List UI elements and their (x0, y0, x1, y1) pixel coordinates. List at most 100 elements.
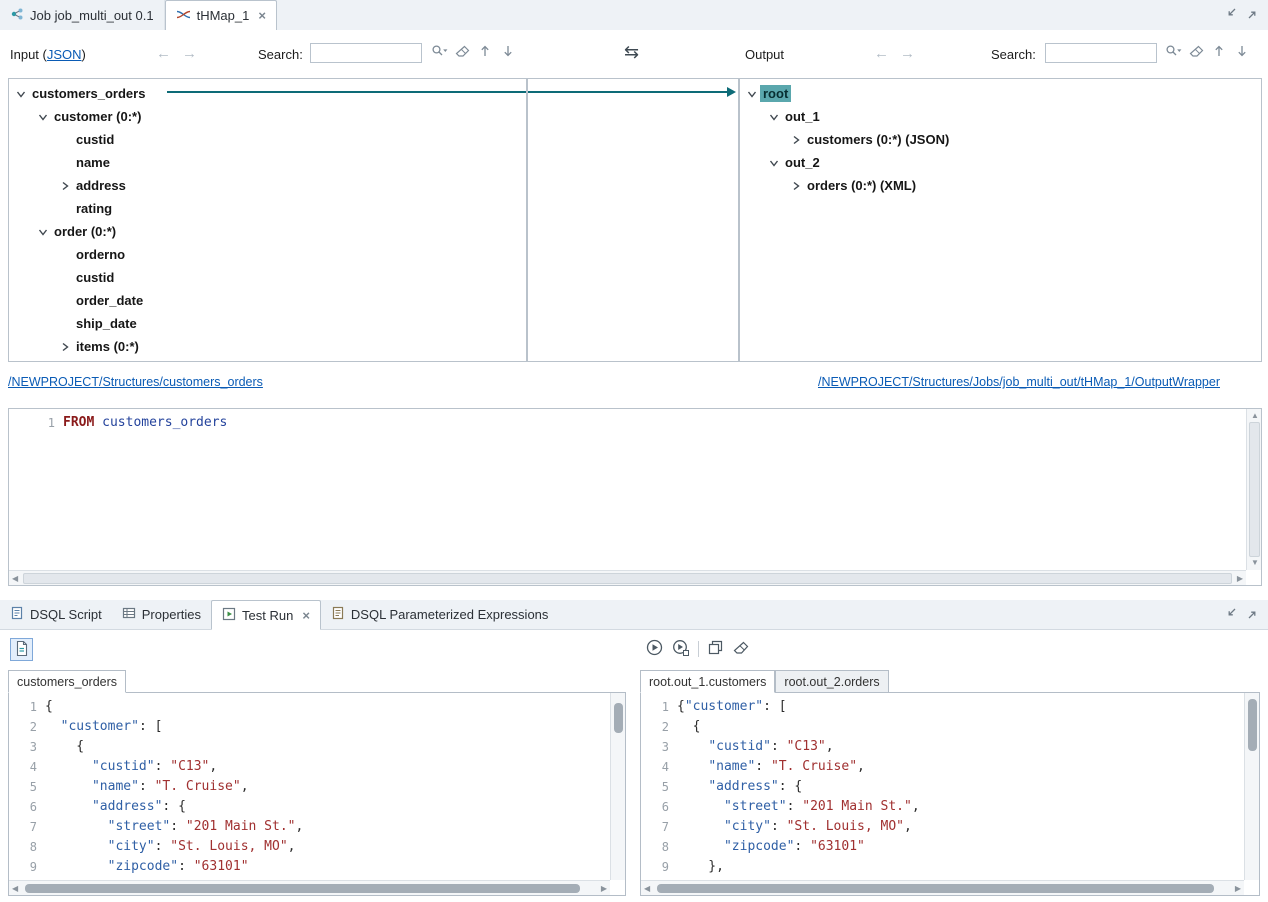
next-match-icon[interactable] (502, 44, 514, 58)
tab-dsql-script[interactable]: DSQL Script (0, 600, 112, 629)
chevron-down-icon[interactable] (766, 158, 782, 168)
input-tree-node[interactable]: orderno (9, 243, 526, 266)
code-text[interactable]: "name": "T. Cruise", (677, 757, 865, 777)
code-text[interactable]: "address": { (45, 797, 186, 817)
input-forward-icon[interactable]: → (182, 46, 197, 61)
run-selected-icon[interactable] (672, 639, 689, 659)
chevron-right-icon[interactable] (788, 181, 804, 191)
tab-dsql-parameterized-expressions[interactable]: DSQL Parameterized Expressions (321, 600, 559, 629)
scrollbar-thumb[interactable] (1248, 699, 1257, 751)
code-text[interactable]: "street": "201 Main St.", (45, 817, 303, 837)
editor-vertical-scrollbar[interactable]: ▲ ▼ (1246, 409, 1261, 570)
input-tree-node[interactable]: order (0:*) (9, 220, 526, 243)
scrollbar-thumb[interactable] (1249, 422, 1260, 557)
horizontal-scrollbar[interactable]: ◀ ▶ (641, 880, 1244, 895)
scroll-right-icon[interactable]: ▶ (1237, 575, 1243, 583)
maximize-icon[interactable] (1247, 7, 1260, 23)
tab-customers-orders[interactable]: customers_orders (8, 670, 126, 693)
code-text[interactable]: "address": { (677, 777, 802, 797)
code-text[interactable]: {"customer": [ (677, 697, 787, 717)
duplicate-view-icon[interactable] (708, 640, 724, 659)
dsql-code-area[interactable]: 1FROM customers_orders (9, 409, 1246, 570)
scrollbar-thumb[interactable] (614, 703, 623, 733)
minimize-icon[interactable] (1224, 7, 1237, 23)
mapping-canvas[interactable] (527, 78, 739, 362)
output-search-input[interactable] (1045, 43, 1157, 63)
input-tree-node[interactable]: ship_date (9, 312, 526, 335)
code-text[interactable]: "city": "St. Louis, MO", (45, 837, 295, 857)
vertical-scrollbar[interactable] (1244, 693, 1259, 880)
output-tree-node[interactable]: root (740, 82, 1261, 105)
code-text[interactable]: "custid": "C13", (677, 737, 834, 757)
code-text[interactable]: { (677, 717, 700, 737)
horizontal-scrollbar[interactable]: ◀ ▶ (9, 880, 610, 895)
code-text[interactable]: "street": "201 Main St.", (677, 797, 920, 817)
input-tree-node[interactable]: customers_orders (9, 82, 526, 105)
chevron-right-icon[interactable] (57, 342, 73, 352)
code-text[interactable]: { (45, 737, 84, 757)
code-text[interactable]: "zipcode": "63101" (45, 857, 249, 877)
close-icon[interactable]: × (258, 9, 266, 22)
close-icon[interactable]: × (302, 609, 310, 622)
input-tree-node[interactable]: rating (9, 197, 526, 220)
output-tree-node[interactable]: out_1 (740, 105, 1261, 128)
select-input-document-button[interactable] (10, 638, 33, 661)
scroll-right-icon[interactable]: ▶ (601, 885, 607, 893)
next-match-icon[interactable] (1236, 44, 1248, 58)
scrollbar-thumb[interactable] (25, 884, 580, 893)
output-tree-node[interactable]: orders (0:*) (XML) (740, 174, 1261, 197)
scroll-up-icon[interactable]: ▲ (1251, 412, 1259, 420)
code-text[interactable]: "custid": "C13", (45, 757, 217, 777)
test-input-code-area[interactable]: 1{2 "customer": [3 {4 "custid": "C13",5 … (9, 693, 610, 880)
input-format-link[interactable]: JSON (47, 47, 82, 62)
scroll-right-icon[interactable]: ▶ (1235, 885, 1241, 893)
swap-input-output-icon[interactable]: ⇆ (624, 43, 639, 61)
input-tree-node[interactable]: name (9, 151, 526, 174)
clear-results-icon[interactable] (733, 641, 749, 658)
tab-job[interactable]: Job job_multi_out 0.1 (0, 0, 165, 30)
code-text[interactable]: { (45, 697, 53, 717)
input-search-input[interactable] (310, 43, 422, 63)
chevron-right-icon[interactable] (788, 135, 804, 145)
tab-root-out2-orders[interactable]: root.out_2.orders (775, 670, 888, 693)
tab-test-run[interactable]: Test Run × (211, 600, 321, 630)
chevron-down-icon[interactable] (744, 89, 760, 99)
scroll-left-icon[interactable]: ◀ (12, 575, 18, 583)
search-icon[interactable] (431, 44, 448, 59)
code-text[interactable]: "name": "T. Cruise", (45, 777, 249, 797)
tab-properties[interactable]: Properties (112, 600, 211, 629)
input-tree-node[interactable]: items (0:*) (9, 335, 526, 358)
chevron-down-icon[interactable] (35, 227, 51, 237)
code-text[interactable]: FROM customers_orders (63, 414, 227, 432)
tab-thmap[interactable]: tHMap_1 × (165, 0, 277, 31)
code-text[interactable]: }, (677, 857, 724, 877)
previous-match-icon[interactable] (479, 44, 491, 58)
scroll-left-icon[interactable]: ◀ (12, 885, 18, 893)
clear-search-icon[interactable] (455, 45, 470, 58)
run-icon[interactable] (646, 639, 663, 659)
chevron-down-icon[interactable] (766, 112, 782, 122)
vertical-scrollbar[interactable] (610, 693, 625, 880)
scroll-down-icon[interactable]: ▼ (1251, 559, 1259, 567)
scrollbar-thumb[interactable] (657, 884, 1214, 893)
input-structure-link[interactable]: /NEWPROJECT/Structures/customers_orders (8, 375, 263, 389)
input-tree-node[interactable]: order_date (9, 289, 526, 312)
previous-match-icon[interactable] (1213, 44, 1225, 58)
output-forward-icon[interactable]: → (900, 46, 915, 61)
output-tree-node[interactable]: customers (0:*) (JSON) (740, 128, 1261, 151)
test-input-document[interactable]: 1{2 "customer": [3 {4 "custid": "C13",5 … (8, 692, 626, 896)
input-tree-node[interactable]: address (9, 174, 526, 197)
search-icon[interactable] (1165, 44, 1182, 59)
tab-root-out1-customers[interactable]: root.out_1.customers (640, 670, 775, 693)
input-tree-node[interactable]: custid (9, 128, 526, 151)
code-text[interactable]: "customer": [ (45, 717, 162, 737)
input-back-icon[interactable]: ← (156, 46, 171, 61)
chevron-down-icon[interactable] (35, 112, 51, 122)
scrollbar-thumb[interactable] (23, 573, 1232, 584)
input-tree-node[interactable]: customer (0:*) (9, 105, 526, 128)
dsql-editor[interactable]: 1FROM customers_orders ▲ ▼ ◀ ▶ (8, 408, 1262, 586)
test-output-code-area[interactable]: 1{"customer": [2 {3 "custid": "C13",4 "n… (641, 693, 1244, 880)
code-text[interactable]: "zipcode": "63101" (677, 837, 865, 857)
minimize-icon[interactable] (1224, 607, 1237, 623)
output-tree-node[interactable]: out_2 (740, 151, 1261, 174)
